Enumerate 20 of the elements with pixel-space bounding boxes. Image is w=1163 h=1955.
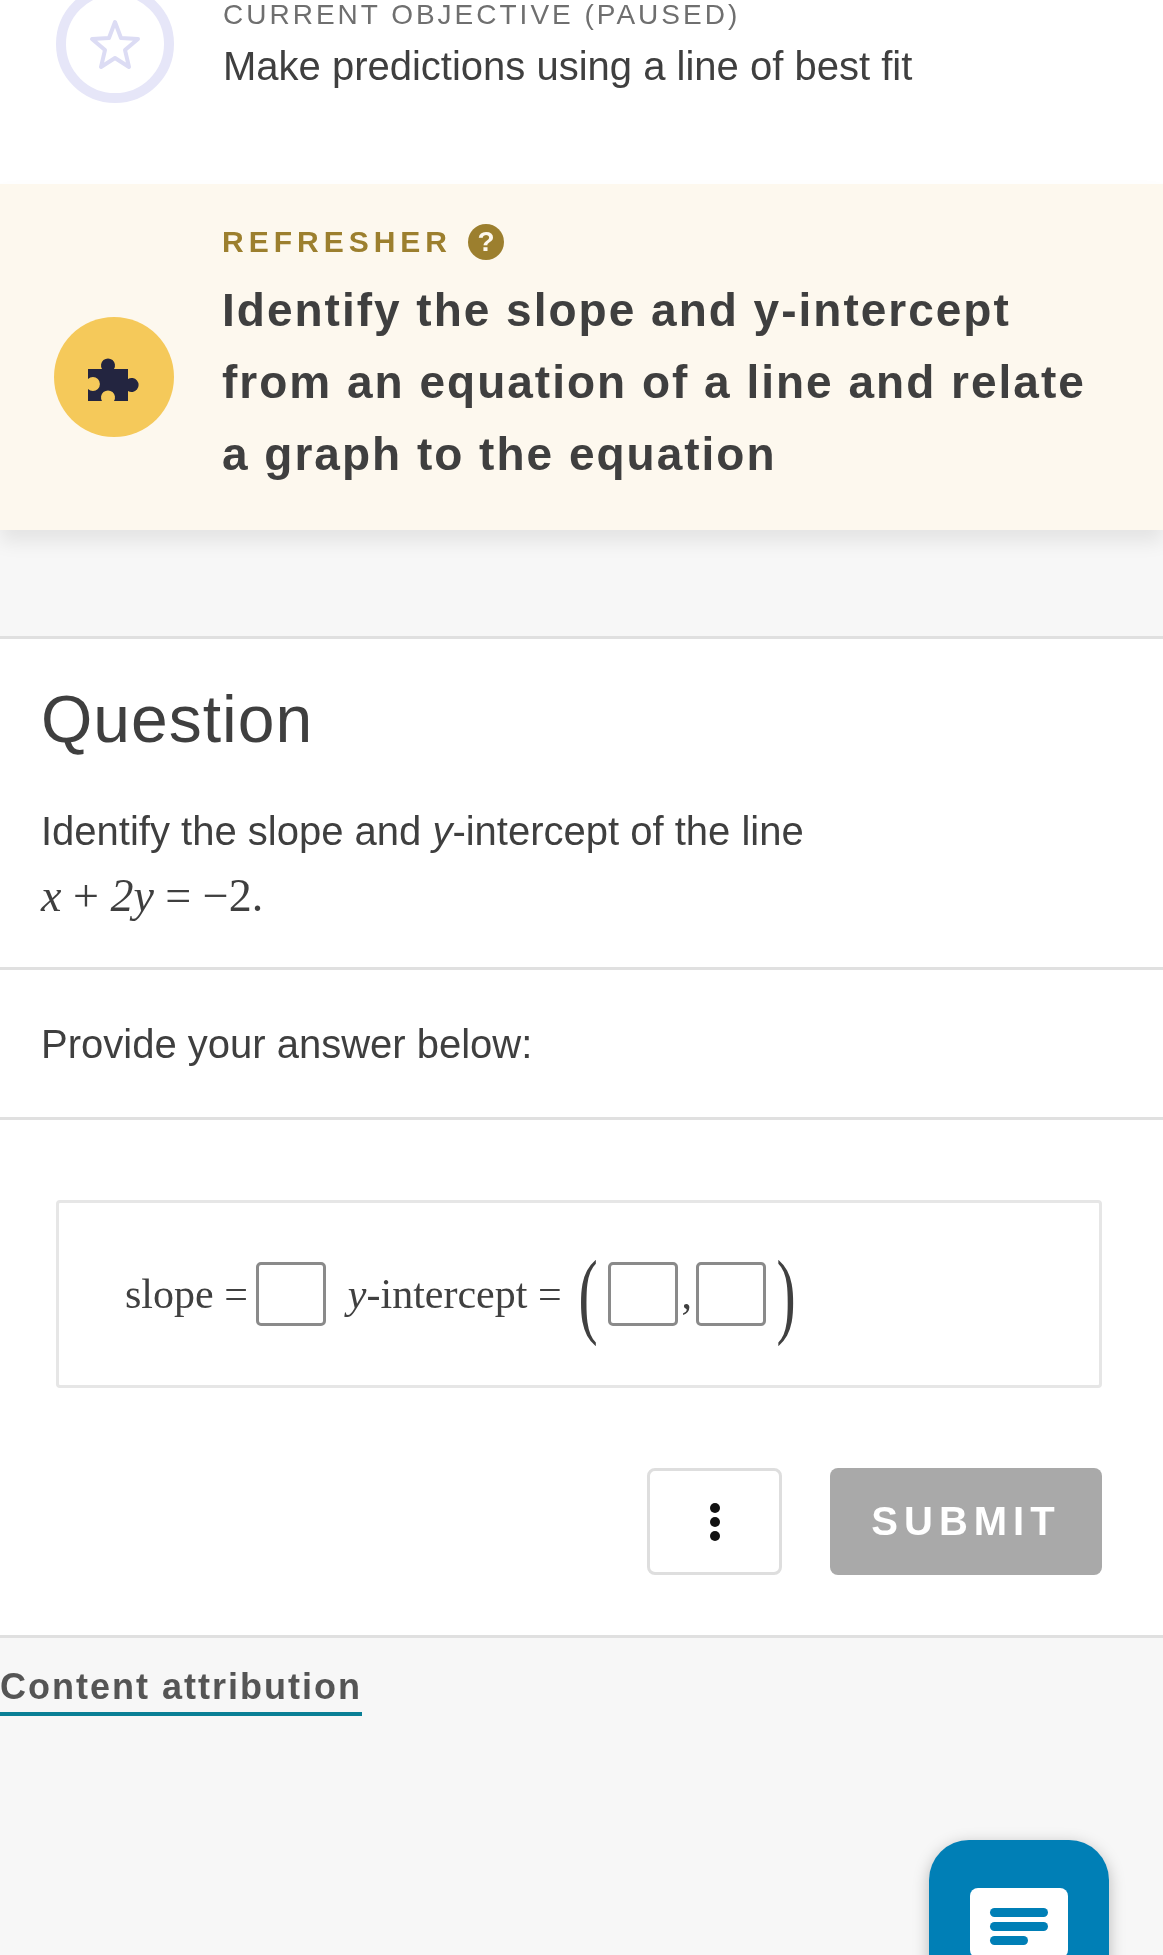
content-attribution-link[interactable]: Content attribution: [0, 1666, 362, 1716]
slope-label: slope =: [125, 1270, 248, 1318]
y-coordinate-input[interactable]: [696, 1262, 767, 1326]
refresher-title: Identify the slope and y-intercept from an equation of a line and relate a graph to the equation: [222, 283, 1087, 482]
star-icon: [55, 0, 175, 104]
answer-prompt: Provide your answer below:: [41, 1022, 534, 1067]
question-heading: Question: [41, 681, 315, 757]
question-text: Identify the slope and y-intercept of the line: [41, 808, 805, 855]
refresher-label: REFRESHER: [222, 225, 453, 259]
message-icon: [970, 1888, 1068, 1955]
equation: x + 2y = −2.: [41, 869, 265, 923]
puzzle-icon: [54, 317, 174, 437]
objective-label: CURRENT OBJECTIVE (PAUSED): [223, 0, 742, 30]
comma: ,: [681, 1270, 693, 1318]
x-coordinate-input[interactable]: [607, 1262, 678, 1326]
help-icon[interactable]: ?: [468, 224, 505, 260]
more-icon: [708, 1501, 721, 1542]
objective-title: Make predictions using a line of best fit: [223, 44, 913, 89]
chat-button[interactable]: [929, 1840, 1109, 1955]
slope-input[interactable]: [255, 1262, 326, 1326]
